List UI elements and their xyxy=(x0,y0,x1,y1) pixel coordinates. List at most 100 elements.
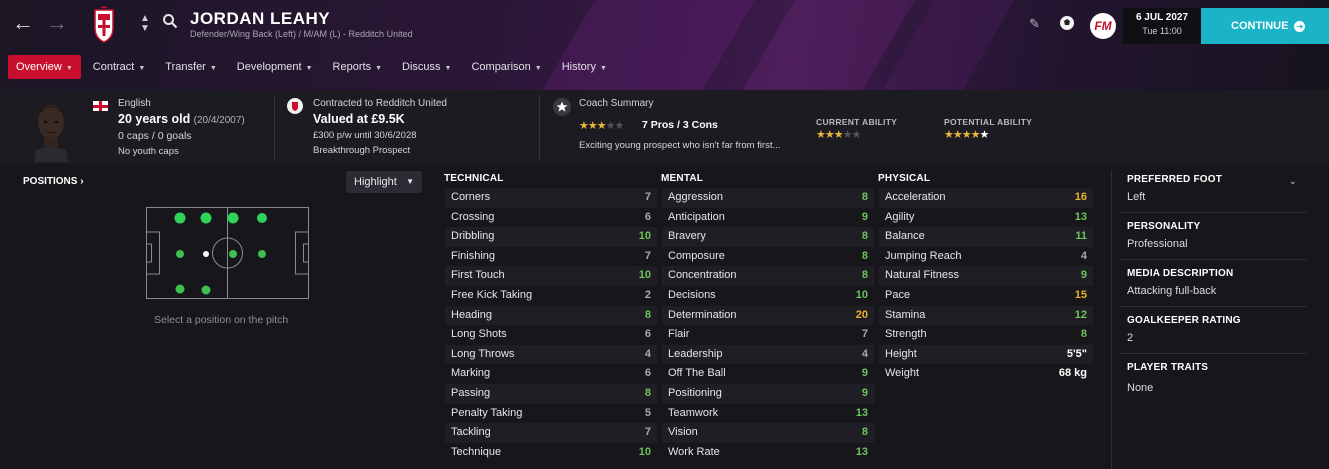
wage-text: £300 p/w until 30/6/2028 xyxy=(313,130,417,141)
mental-attribute-row[interactable]: Leadership 4 xyxy=(662,344,874,365)
technical-attribute-row[interactable]: Penalty Taking 5 xyxy=(445,404,657,424)
position-pitch[interactable] xyxy=(146,207,309,299)
mental-attribute-row[interactable]: Teamwork 13 xyxy=(662,404,874,424)
pros-cons-text[interactable]: 7 Pros / 3 Cons xyxy=(642,119,718,131)
search-icon[interactable] xyxy=(162,13,178,29)
fm-logo-icon[interactable]: FM xyxy=(1090,13,1116,39)
physical-attribute-row[interactable]: Acceleration 16 xyxy=(879,188,1093,208)
mental-attribute-row[interactable]: Aggression 8 xyxy=(662,188,874,208)
goalkeeper-rating-value: 2 xyxy=(1127,332,1134,344)
technical-attribute-row[interactable]: Free Kick Taking 2 xyxy=(445,286,657,306)
mental-attribute-row[interactable]: Off The Ball 9 xyxy=(662,364,874,384)
attribute-name: Determination xyxy=(668,308,737,321)
attribute-name: Concentration xyxy=(668,269,737,282)
youth-caps-text: No youth caps xyxy=(118,146,179,157)
technical-attribute-row[interactable]: Tackling 7 xyxy=(445,423,657,443)
continue-button[interactable]: CONTINUE ➜ xyxy=(1201,8,1329,44)
forward-arrow-icon[interactable]: → xyxy=(46,12,68,34)
tab-reports[interactable]: Reports ▼ xyxy=(325,55,390,79)
attribute-name: Bravery xyxy=(668,230,706,243)
technical-attribute-row[interactable]: Long Throws 4 xyxy=(445,344,657,365)
technical-attribute-row[interactable]: Heading 8 xyxy=(445,305,657,326)
up-down-icon[interactable]: ▲ ▼ xyxy=(140,14,150,34)
attribute-value: 7 xyxy=(644,426,651,439)
physical-attribute-row[interactable]: Jumping Reach 4 xyxy=(879,247,1093,267)
mental-attribute-row[interactable]: Flair 7 xyxy=(662,325,874,345)
attribute-name: Composure xyxy=(668,249,725,262)
attribute-name: Height xyxy=(885,347,917,360)
tab-discuss[interactable]: Discuss ▼ xyxy=(394,55,459,79)
attribute-name: Dribbling xyxy=(451,230,495,243)
chevron-down-icon[interactable]: ⌄ xyxy=(1289,176,1297,187)
technical-attribute-row[interactable]: First Touch 10 xyxy=(445,266,657,286)
physical-attribute-row[interactable]: Stamina 12 xyxy=(879,305,1093,326)
mental-attribute-row[interactable]: Vision 8 xyxy=(662,423,874,443)
mental-attribute-row[interactable]: Work Rate 13 xyxy=(662,443,874,463)
technical-attribute-row[interactable]: Passing 8 xyxy=(445,384,657,404)
technical-attribute-row[interactable]: Crossing 6 xyxy=(445,208,657,228)
attribute-name: Agility xyxy=(885,210,915,223)
tab-history[interactable]: History ▼ xyxy=(554,55,615,79)
mental-attribute-row[interactable]: Determination 20 xyxy=(662,305,874,326)
chevron-down-icon: ▼ xyxy=(534,65,542,72)
physical-attribute-row[interactable]: Agility 13 xyxy=(879,208,1093,228)
tab-overview[interactable]: Overview ▼ xyxy=(8,55,81,79)
technical-attribute-row[interactable]: Corners 7 xyxy=(445,188,657,208)
highlight-dropdown[interactable]: Highlight ▼ xyxy=(346,171,422,193)
mental-attribute-row[interactable]: Anticipation 9 xyxy=(662,208,874,228)
attribute-name: Anticipation xyxy=(668,210,725,223)
attribute-value: 9 xyxy=(861,367,868,380)
physical-attribute-row[interactable]: Natural Fitness 9 xyxy=(879,266,1093,286)
attribute-value: 13 xyxy=(855,445,868,458)
attribute-value: 20 xyxy=(855,308,868,321)
position-dot-dm xyxy=(203,251,209,257)
technical-attribute-row[interactable]: Finishing 7 xyxy=(445,247,657,267)
attribute-value: 68 kg xyxy=(1058,367,1087,380)
attribute-value: 6 xyxy=(644,328,651,341)
attribute-name: Passing xyxy=(451,387,491,399)
technical-attribute-row[interactable]: Technique 10 xyxy=(445,443,657,463)
back-arrow-icon[interactable]: ← xyxy=(12,12,34,34)
technical-attribute-row[interactable]: Dribbling 10 xyxy=(445,227,657,247)
position-dot-wbr xyxy=(201,285,211,295)
mental-attribute-row[interactable]: Positioning 9 xyxy=(662,384,874,404)
attribute-value: 10 xyxy=(638,269,651,282)
football-icon[interactable] xyxy=(1059,15,1075,31)
attribute-value: 7 xyxy=(644,191,651,203)
positions-link[interactable]: POSITIONS › xyxy=(23,176,84,187)
position-dot-dr xyxy=(175,284,185,294)
mental-attribute-row[interactable]: Concentration 8 xyxy=(662,266,874,286)
pencil-icon[interactable]: ✎ xyxy=(1029,16,1040,32)
personality-label: PERSONALITY xyxy=(1127,221,1201,232)
attribute-name: Free Kick Taking xyxy=(451,289,533,301)
player-traits-value: None xyxy=(1127,382,1154,394)
technical-attribute-row[interactable]: Marking 6 xyxy=(445,364,657,384)
mental-attribute-row[interactable]: Decisions 10 xyxy=(662,286,874,306)
attribute-value: 10 xyxy=(855,289,868,301)
attribute-value: 8 xyxy=(644,387,651,399)
attribute-value: 6 xyxy=(644,367,651,380)
tab-transfer[interactable]: Transfer ▼ xyxy=(157,55,224,79)
physical-attribute-row[interactable]: Weight 68 kg xyxy=(879,364,1093,384)
age-line: 20 years old (20/4/2007) xyxy=(118,112,245,126)
physical-attribute-row[interactable]: Pace 15 xyxy=(879,286,1093,306)
club-crest-icon[interactable] xyxy=(89,6,119,44)
technical-attribute-row[interactable]: Long Shots 6 xyxy=(445,325,657,345)
attribute-value: 6 xyxy=(644,210,651,223)
attribute-value: 16 xyxy=(1074,191,1087,203)
tab-contract[interactable]: Contract ▼ xyxy=(85,55,154,79)
coach-summary-title: Coach Summary xyxy=(579,98,654,109)
mental-attribute-row[interactable]: Bravery 8 xyxy=(662,227,874,247)
mental-attribute-row[interactable]: Composure 8 xyxy=(662,247,874,267)
divider xyxy=(1120,212,1307,213)
date-display[interactable]: 6 JUL 2027 Tue 11:00 xyxy=(1123,8,1201,44)
tab-comparison[interactable]: Comparison ▼ xyxy=(463,55,549,79)
tab-development[interactable]: Development ▼ xyxy=(229,55,321,79)
attribute-name: Jumping Reach xyxy=(885,249,962,262)
physical-attribute-row[interactable]: Strength 8 xyxy=(879,325,1093,345)
physical-attribute-row[interactable]: Height 5'5" xyxy=(879,344,1093,365)
physical-attribute-row[interactable]: Balance 11 xyxy=(879,227,1093,247)
attribute-name: Off The Ball xyxy=(668,367,726,380)
chevron-down-icon: ▼ xyxy=(65,65,73,72)
preferred-foot-label: PREFERRED FOOT xyxy=(1127,174,1223,185)
